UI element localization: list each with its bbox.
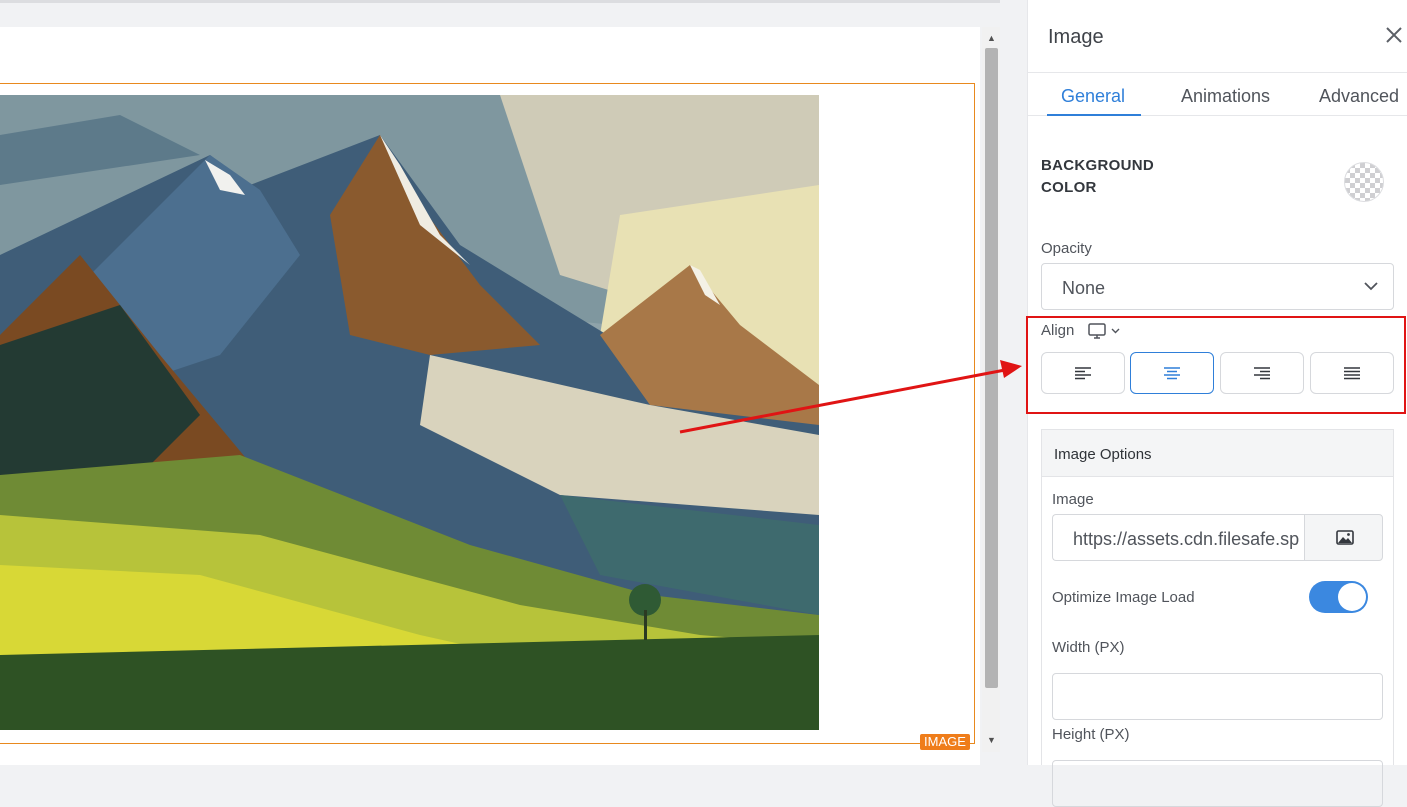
chevron-down-icon	[1364, 282, 1378, 291]
width-input[interactable]	[1052, 673, 1383, 720]
close-icon[interactable]	[1383, 22, 1405, 48]
background-color-label-line2: COLOR	[1041, 179, 1097, 196]
background-color-label: BACKGROUND COLOR	[1041, 155, 1171, 199]
image-settings-panel: Image General Animations Advanced BACKGR…	[1026, 0, 1407, 807]
image-icon	[1336, 530, 1354, 545]
panel-gutter	[1000, 0, 1027, 765]
panel-tabs: General Animations Advanced	[1028, 72, 1407, 116]
panel-title: Image	[1048, 26, 1104, 48]
opacity-label: Opacity	[1041, 240, 1092, 257]
scroll-up-icon[interactable]: ▲	[982, 31, 1001, 45]
height-input[interactable]	[1052, 760, 1383, 807]
width-label: Width (PX)	[1052, 639, 1125, 656]
image-options-heading: Image Options	[1054, 446, 1152, 463]
canvas-scrollbar-thumb[interactable]	[985, 48, 998, 688]
background-color-swatch[interactable]	[1344, 162, 1384, 202]
opacity-value: None	[1062, 278, 1106, 298]
annotation-highlight-box	[1026, 316, 1406, 414]
opacity-select[interactable]: None	[1041, 263, 1394, 310]
tab-general[interactable]: General	[1061, 86, 1125, 107]
toggle-knob	[1338, 583, 1366, 611]
image-options-header[interactable]: Image Options	[1042, 430, 1393, 477]
top-toolbar-edge	[0, 0, 1027, 3]
optimize-image-load-toggle[interactable]	[1309, 581, 1368, 613]
tab-advanced[interactable]: Advanced	[1319, 86, 1399, 107]
height-label: Height (PX)	[1052, 726, 1130, 743]
tab-animations[interactable]: Animations	[1181, 86, 1270, 107]
optimize-image-load-label: Optimize Image Load	[1052, 589, 1195, 606]
image-url-input[interactable]: https://assets.cdn.filesafe.sp	[1052, 514, 1304, 561]
scroll-down-icon[interactable]: ▼	[982, 733, 1001, 747]
background-color-label-line1: BACKGROUND	[1041, 157, 1154, 174]
selected-image-frame	[0, 83, 975, 744]
image-url-value: https://assets.cdn.filesafe.sp	[1073, 529, 1300, 549]
active-tab-indicator	[1047, 114, 1141, 116]
image-picker-button[interactable]	[1304, 514, 1383, 561]
image-url-label: Image	[1052, 491, 1094, 508]
element-type-badge: IMAGE	[920, 734, 970, 750]
image-options-section: Image Options Image https://assets.cdn.f…	[1041, 429, 1394, 807]
